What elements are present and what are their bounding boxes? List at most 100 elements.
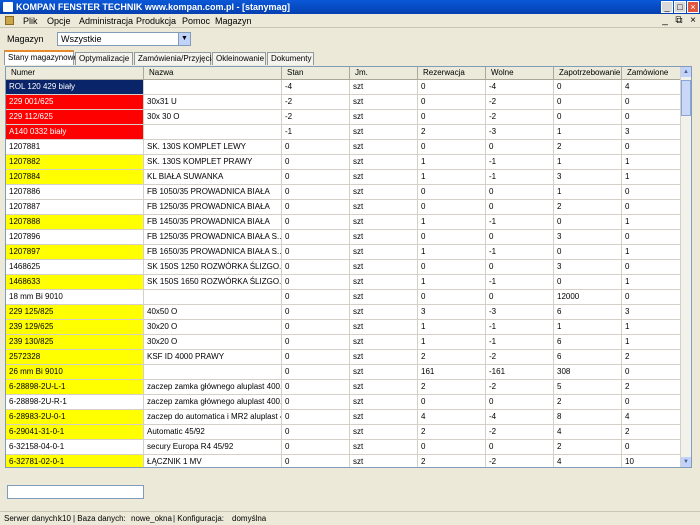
cell-jm[interactable]: szt (350, 125, 418, 139)
cell-nazwa[interactable]: SK 150S 1650 ROZWÓRKA ŚLIZGO... (144, 275, 282, 289)
cell-numer[interactable]: 239 130/825 (6, 335, 144, 349)
cell-wolne[interactable]: -1 (486, 170, 554, 184)
cell-wolne[interactable]: -2 (486, 110, 554, 124)
cell-nazwa[interactable]: SK. 130S KOMPLET PRAWY (144, 155, 282, 169)
cell-jm[interactable]: szt (350, 110, 418, 124)
cell-nazwa[interactable]: 30x20 O (144, 320, 282, 334)
cell-wolne[interactable]: 0 (486, 395, 554, 409)
cell-nazwa[interactable]: zaczep zamka głównego aluplast 400... (144, 380, 282, 394)
cell-numer[interactable]: 1207888 (6, 215, 144, 229)
cell-wolne[interactable]: 0 (486, 140, 554, 154)
cell-numer[interactable]: 1207896 (6, 230, 144, 244)
cell-zapotrzebowanie[interactable]: 4 (554, 455, 622, 467)
cell-rezerwacja[interactable]: 1 (418, 335, 486, 349)
cell-stan[interactable]: 0 (282, 140, 350, 154)
cell-jm[interactable]: szt (350, 305, 418, 319)
table-row[interactable]: 2572328 KSF ID 4000 PRAWY 0 szt 2 -2 6 2 (6, 350, 682, 365)
cell-zapotrzebowanie[interactable]: 2 (554, 200, 622, 214)
cell-zamowione[interactable]: 1 (622, 155, 682, 169)
cell-numer[interactable]: 1207897 (6, 245, 144, 259)
cell-zapotrzebowanie[interactable]: 0 (554, 245, 622, 259)
cell-stan[interactable]: 0 (282, 200, 350, 214)
cell-stan[interactable]: 0 (282, 335, 350, 349)
cell-zapotrzebowanie[interactable]: 2 (554, 395, 622, 409)
table-row[interactable]: 1468625 SK 150S 1250 ROZWÓRKA ŚLIZGO... 0 s… (6, 260, 682, 275)
cell-zapotrzebowanie[interactable]: 3 (554, 260, 622, 274)
menu-opcje[interactable]: Opcje (47, 15, 71, 27)
cell-nazwa[interactable]: zaczep zamka głównego aluplast 400... (144, 395, 282, 409)
cell-zamowione[interactable]: 4 (622, 410, 682, 424)
cell-zamowione[interactable]: 2 (622, 425, 682, 439)
cell-stan[interactable]: 0 (282, 410, 350, 424)
cell-jm[interactable]: szt (350, 140, 418, 154)
cell-numer[interactable]: 1468625 (6, 260, 144, 274)
cell-rezerwacja[interactable]: 0 (418, 440, 486, 454)
cell-nazwa[interactable]: secury Europa R4 45/92 (144, 440, 282, 454)
cell-zapotrzebowanie[interactable]: 0 (554, 80, 622, 94)
cell-wolne[interactable]: -3 (486, 125, 554, 139)
cell-zapotrzebowanie[interactable]: 6 (554, 350, 622, 364)
cell-zapotrzebowanie[interactable]: 2 (554, 140, 622, 154)
cell-rezerwacja[interactable]: 1 (418, 170, 486, 184)
cell-numer[interactable]: 6-28898-2U-R-1 (6, 395, 144, 409)
menu-administracja[interactable]: Administracja (79, 15, 133, 27)
cell-numer[interactable]: 1468633 (6, 275, 144, 289)
cell-nazwa[interactable]: 40x50 O (144, 305, 282, 319)
cell-zamowione[interactable]: 1 (622, 245, 682, 259)
cell-zamowione[interactable]: 0 (622, 200, 682, 214)
cell-jm[interactable]: szt (350, 425, 418, 439)
cell-nazwa[interactable]: 30x20 O (144, 335, 282, 349)
cell-wolne[interactable]: 0 (486, 290, 554, 304)
cell-rezerwacja[interactable]: 0 (418, 395, 486, 409)
cell-nazwa[interactable]: ŁĄCZNIK 1 MV (144, 455, 282, 467)
cell-nazwa[interactable]: SK. 130S KOMPLET LEWY (144, 140, 282, 154)
cell-numer[interactable]: 1207882 (6, 155, 144, 169)
cell-numer[interactable]: 239 129/625 (6, 320, 144, 334)
cell-zamowione[interactable]: 0 (622, 140, 682, 154)
cell-rezerwacja[interactable]: 0 (418, 95, 486, 109)
cell-nazwa[interactable]: FB 1050/35 PROWADNICA BIAŁA (144, 185, 282, 199)
tab-stany-magazynowe[interactable]: Stany magazynowe (4, 50, 78, 65)
cell-wolne[interactable]: 0 (486, 440, 554, 454)
table-row[interactable]: 1207886 FB 1050/35 PROWADNICA BIAŁA 0 szt 0 0… (6, 185, 682, 200)
cell-nazwa[interactable]: KL BIAŁA SUWANKA (144, 170, 282, 184)
cell-wolne[interactable]: -1 (486, 215, 554, 229)
column-header-numer[interactable]: Numer (6, 67, 144, 79)
cell-zapotrzebowanie[interactable]: 3 (554, 230, 622, 244)
maximize-button[interactable]: □ (674, 1, 686, 13)
table-row[interactable]: 239 129/625 30x20 O 0 szt 1 -1 1 1 (6, 320, 682, 335)
vertical-scrollbar[interactable]: ▲ ▼ (680, 67, 691, 467)
cell-nazwa[interactable]: FB 1450/35 PROWADNICA BIAŁA (144, 215, 282, 229)
column-header-nazwa[interactable]: Nazwa (144, 67, 282, 79)
cell-numer[interactable]: ROL 120 429 biały (6, 80, 144, 94)
cell-zamowione[interactable]: 0 (622, 395, 682, 409)
close-button[interactable]: × (687, 1, 699, 13)
cell-wolne[interactable]: -1 (486, 155, 554, 169)
cell-jm[interactable]: szt (350, 155, 418, 169)
menu-magazyn[interactable]: Magazyn (215, 15, 252, 27)
cell-zamowione[interactable]: 0 (622, 365, 682, 379)
cell-jm[interactable]: szt (350, 215, 418, 229)
child-minimize-button[interactable]: _ (659, 15, 671, 27)
cell-zamowione[interactable]: 0 (622, 230, 682, 244)
cell-rezerwacja[interactable]: 0 (418, 260, 486, 274)
cell-numer[interactable]: 2572328 (6, 350, 144, 364)
cell-rezerwacja[interactable]: 0 (418, 290, 486, 304)
cell-zapotrzebowanie[interactable]: 2 (554, 440, 622, 454)
cell-nazwa[interactable]: FB 1650/35 PROWADNICA BIAŁA S... (144, 245, 282, 259)
cell-stan[interactable]: -2 (282, 110, 350, 124)
cell-rezerwacja[interactable]: 1 (418, 215, 486, 229)
table-row[interactable]: 1207881 SK. 130S KOMPLET LEWY 0 szt 0 0 2 0 (6, 140, 682, 155)
cell-stan[interactable]: -1 (282, 125, 350, 139)
menu-plik[interactable]: Plik (23, 15, 38, 27)
table-row[interactable]: 1468633 SK 150S 1650 ROZWÓRKA ŚLIZGO... 0 s… (6, 275, 682, 290)
cell-wolne[interactable]: -1 (486, 245, 554, 259)
cell-stan[interactable]: 0 (282, 455, 350, 467)
cell-stan[interactable]: 0 (282, 155, 350, 169)
cell-wolne[interactable]: -1 (486, 320, 554, 334)
column-header-jm[interactable]: Jm. (350, 67, 418, 79)
cell-rezerwacja[interactable]: 2 (418, 125, 486, 139)
cell-zamowione[interactable]: 2 (622, 380, 682, 394)
cell-zapotrzebowanie[interactable]: 1 (554, 125, 622, 139)
cell-wolne[interactable]: -2 (486, 380, 554, 394)
